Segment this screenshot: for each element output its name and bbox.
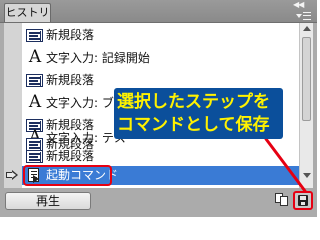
callout-line-2: コマンドとして保存 (117, 115, 270, 135)
panel-header: ヒストリ ◀◀ (0, 0, 317, 23)
history-item[interactable]: A 文字入力: 記録開始 (22, 47, 299, 68)
annotation-callout: 選択したステップを コマンドとして保存 (114, 88, 283, 139)
play-button[interactable]: 再生 (5, 192, 91, 210)
paragraph-icon (26, 150, 43, 163)
save-icon (298, 195, 308, 206)
collapse-icon[interactable]: ◀◀ (293, 0, 311, 10)
history-panel: ヒストリ ◀◀ 新規段落 A 文字入力: 記録開始 新規段落 A 文字入力: ブ… (0, 0, 317, 217)
tab-history[interactable]: ヒストリ (4, 3, 51, 22)
scroll-down-icon[interactable] (303, 173, 311, 178)
save-as-command-button[interactable] (293, 191, 313, 210)
history-item[interactable]: 新規段落 (22, 147, 299, 166)
history-scrollbar[interactable] (299, 23, 313, 188)
callout-line-1: 選択したステップを (117, 92, 270, 112)
history-item-label: 文字入力: ブ (46, 96, 114, 110)
text-input-icon: A (28, 47, 42, 67)
play-position-icon[interactable] (6, 170, 19, 180)
history-item-label: 新規段落 (46, 73, 95, 87)
annotation-highlight-box (23, 165, 112, 186)
history-item[interactable]: 新規段落 (22, 26, 299, 45)
history-item-label: 新規段落 (46, 28, 95, 42)
playback-gutter (4, 23, 22, 188)
paragraph-icon (26, 29, 43, 42)
scroll-up-icon[interactable] (303, 26, 311, 31)
paragraph-icon (26, 74, 43, 87)
history-item-label: 文字入力: 記録開始 (46, 51, 150, 65)
panel-footer: 再生 (0, 188, 317, 217)
text-input-icon: A (28, 92, 42, 112)
panel-menu-icon[interactable] (296, 11, 313, 21)
scroll-thumb[interactable] (302, 37, 311, 121)
copy-steps-icon[interactable] (275, 193, 289, 207)
history-item-label: 新規段落 (46, 149, 95, 163)
